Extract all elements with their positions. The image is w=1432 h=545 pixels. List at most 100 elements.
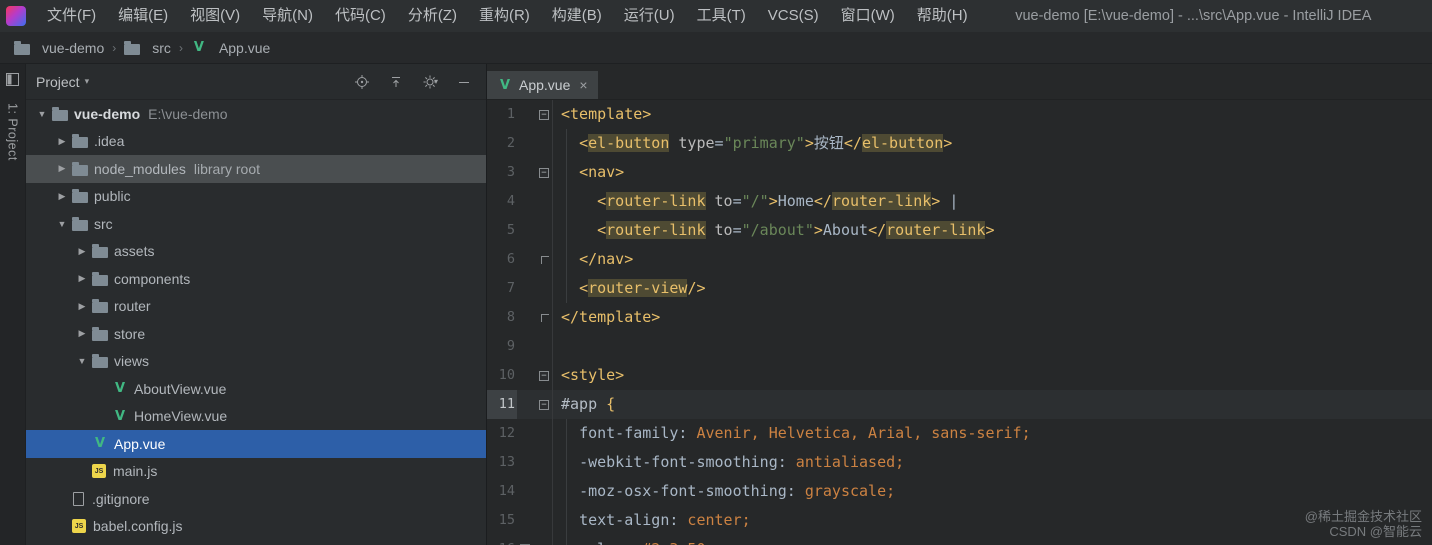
tree-item-label: assets [114,243,155,260]
chevron-collapsed-icon[interactable]: ▶ [74,273,90,284]
code-line-7[interactable]: 7 <router-view/> [487,274,1432,303]
menu-item-f[interactable]: 文件(F) [36,0,107,32]
chevron-down-icon: ▾ [84,76,90,86]
tree-item-assets[interactable]: ▶ assets [26,238,486,266]
line-number: 8 [506,309,515,325]
chevron-collapsed-icon[interactable]: ▶ [54,191,70,202]
breadcrumb-vue-demo[interactable]: vue-demo [10,40,108,56]
code-line-9[interactable]: 9 [487,332,1432,361]
code-line-1[interactable]: 1 − <template> [487,100,1432,129]
menu-item-n[interactable]: 导航(N) [251,0,324,32]
tree-item-app-vue[interactable]: V App.vue [26,430,486,458]
tree-item-babel-config-js[interactable]: JS babel.config.js [26,513,486,541]
folder-icon [72,189,88,204]
fold-marker[interactable]: − [539,370,549,381]
tree-item-public[interactable]: ▶ public [26,183,486,211]
menu-item-u[interactable]: 运行(U) [613,0,686,32]
fold-marker[interactable]: − [539,167,549,178]
tree-item-idea[interactable]: ▶ .idea [26,128,486,156]
project-tree: ▼ vue-demo E:\vue-demo ▶ .idea ▶ node_modules l… [26,100,486,545]
code-line-15[interactable]: 15 text-align: center; [487,506,1432,535]
chevron-expanded-icon[interactable]: ▼ [34,109,50,119]
gutter [517,535,553,545]
hide-icon[interactable] [456,74,472,90]
tree-item-vue-demo[interactable]: ▼ vue-demo E:\vue-demo [26,100,486,128]
project-view-selector[interactable]: Project ▾ [36,74,89,90]
code-line-16[interactable]: 16 color: #2c3e50; [487,535,1432,545]
collapse-all-icon[interactable] [388,74,404,90]
chevron-expanded-icon[interactable]: ▼ [54,219,70,229]
folder-icon [92,244,108,259]
chevron-collapsed-icon[interactable]: ▶ [54,163,70,174]
fold-marker[interactable] [541,313,549,322]
tree-item-main-js[interactable]: JS main.js [26,458,486,486]
breadcrumb-label: src [152,39,171,56]
code-line-4[interactable]: 4 <router-link to="/">Home</router-link>… [487,187,1432,216]
line-number: 11 [487,390,517,419]
tab-app-vue[interactable]: V App.vue × [487,71,598,99]
code-line-11[interactable]: 11 − #app { [487,390,1432,419]
chevron-collapsed-icon[interactable]: ▶ [74,328,90,339]
gutter [517,506,553,535]
indent-guide [566,129,567,303]
code-text: <template> [561,105,652,123]
close-tab-icon[interactable]: × [579,77,587,93]
tree-item-label: vue-demo [74,105,141,122]
code-line-3[interactable]: 3 − <nav> [487,158,1432,187]
code-text: <nav> [579,163,625,181]
code-line-2[interactable]: 2 <el-button type="primary">按钮</el-butto… [487,129,1432,158]
menu-item-t[interactable]: 工具(T) [686,0,757,32]
gutter [517,477,553,506]
settings-icon[interactable]: ▾ [422,74,438,90]
fold-marker[interactable] [541,255,549,264]
tree-item-src[interactable]: ▼ src [26,210,486,238]
fold-marker[interactable]: − [539,109,549,120]
tree-item-components[interactable]: ▶ components [26,265,486,293]
vue-icon: V [94,436,106,452]
locate-icon[interactable] [354,74,370,90]
menu-item-w[interactable]: 窗口(W) [830,0,906,32]
line-number: 3 [506,164,515,180]
code-line-10[interactable]: 10 − <style> [487,361,1432,390]
tree-item-aboutview-vue[interactable]: V AboutView.vue [26,375,486,403]
menu-item-e[interactable]: 编辑(E) [107,0,179,32]
fold-marker[interactable]: − [539,399,549,410]
gutter: − [517,361,553,390]
code-line-6[interactable]: 6 </nav> [487,245,1432,274]
chevron-collapsed-icon[interactable]: ▶ [74,301,90,312]
tab-label: App.vue [519,77,571,93]
chevron-collapsed-icon[interactable]: ▶ [54,136,70,147]
menu-item-vcs-s[interactable]: VCS(S) [757,0,830,32]
menu-item-r[interactable]: 重构(R) [468,0,541,32]
breadcrumb-src[interactable]: src [120,40,175,56]
code-area[interactable]: 1 − <template> 2 <el-button type="primary">… [487,100,1432,545]
gutter [517,419,553,448]
vue-icon: V [114,381,126,397]
code-line-13[interactable]: 13 -webkit-font-smoothing: antialiased; [487,448,1432,477]
code-line-14[interactable]: 14 -moz-osx-font-smoothing: grayscale; [487,477,1432,506]
tree-item-gitignore[interactable]: .gitignore [26,485,486,513]
menu-item-c[interactable]: 代码(C) [324,0,397,32]
code-text: <style> [561,366,625,384]
tree-item-homeview-vue[interactable]: V HomeView.vue [26,403,486,431]
tree-item-label: store [114,325,146,342]
tree-item-views[interactable]: ▼ views [26,348,486,376]
tree-item-store[interactable]: ▶ store [26,320,486,348]
js-icon: JS [72,519,86,534]
tree-item-node-modules[interactable]: ▶ node_modules library root [26,155,486,183]
tree-item-label: main.js [113,463,158,480]
code-line-5[interactable]: 5 <router-link to="/about">About</router… [487,216,1432,245]
code-line-12[interactable]: 12 font-family: Avenir, Helvetica, Arial… [487,419,1432,448]
menu-item-v[interactable]: 视图(V) [179,0,251,32]
chevron-collapsed-icon[interactable]: ▶ [74,246,90,257]
menu-item-b[interactable]: 构建(B) [541,0,613,32]
project-panel: Project ▾ ▾ ▼ vue-demo E:\vue-demo ▶ .id… [26,64,487,545]
menu-item-h[interactable]: 帮助(H) [906,0,979,32]
menu-item-z[interactable]: 分析(Z) [397,0,468,32]
tree-item-router[interactable]: ▶ router [26,293,486,321]
breadcrumb-label: vue-demo [42,39,105,56]
chevron-expanded-icon[interactable]: ▼ [74,356,90,366]
code-line-8[interactable]: 8 </template> [487,303,1432,332]
breadcrumb-app-vue[interactable]: V App.vue [187,40,274,56]
project-toolwindow-tab[interactable]: 1: Project [6,103,20,161]
